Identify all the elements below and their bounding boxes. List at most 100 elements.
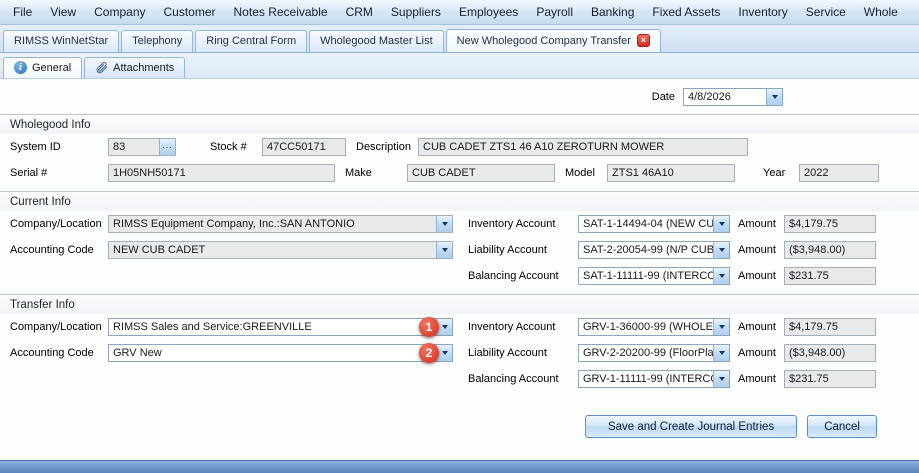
make-field[interactable]: CUB CADET bbox=[407, 164, 555, 182]
current-company-location-select[interactable]: RIMSS Equipment Company, Inc.:SAN ANTONI… bbox=[108, 215, 453, 233]
current-liability-amount-field[interactable]: ($3,948.00) bbox=[784, 241, 876, 259]
transfer-liability-amount-field[interactable]: ($3,948.00) bbox=[784, 344, 876, 362]
transfer-balancing-account-value: GRV-1-11111-99 (INTERCOMPANY WG... bbox=[583, 373, 713, 385]
subtab-label: Attachments bbox=[113, 61, 175, 74]
section-title-wholegood-info: Wholegood Info bbox=[0, 115, 919, 134]
menu-wholegoods[interactable]: Whole bbox=[855, 1, 907, 23]
transfer-liability-account-label: Liability Account bbox=[468, 347, 547, 359]
transfer-company-location-select[interactable]: RIMSS Sales and Service:GREENVILLE 1 bbox=[108, 317, 453, 337]
transfer-inventory-amount-field[interactable]: $4,179.75 bbox=[784, 318, 876, 336]
tab-new-wholegood-company-transfer[interactable]: New Wholegood Company Transfer × bbox=[445, 29, 661, 52]
footer-buttons: Save and Create Journal Entries Cancel bbox=[0, 397, 919, 438]
current-balancing-account-value: SAT-1-11111-99 (INTERCOMPANY WG... bbox=[583, 270, 713, 282]
current-accounting-code-select[interactable]: NEW CUB CADET bbox=[108, 241, 453, 259]
current-row-3: Balancing Account SAT-1-11111-99 (INTERC… bbox=[0, 263, 919, 289]
transfer-liability-amount-label: Amount bbox=[738, 347, 776, 359]
transfer-accounting-code-value: GRV New bbox=[113, 347, 162, 359]
tab-rimss-winnetstar[interactable]: RIMSS WinNetStar bbox=[3, 30, 120, 52]
transfer-inventory-amount-label: Amount bbox=[738, 321, 776, 333]
tab-label: RIMSS WinNetStar bbox=[14, 35, 109, 47]
close-icon[interactable]: × bbox=[636, 34, 650, 47]
wholegood-row-1: System ID 83 ... Stock # 47CC50171 Descr… bbox=[0, 134, 919, 160]
calendar-dropdown-icon[interactable] bbox=[766, 89, 782, 105]
paperclip-icon bbox=[96, 62, 108, 74]
tab-label: Wholegood Master List bbox=[320, 35, 433, 47]
description-field[interactable]: CUB CADET ZTS1 46 A10 ZEROTURN MOWER bbox=[418, 138, 748, 156]
menu-customer[interactable]: Customer bbox=[155, 1, 225, 23]
wholegood-info-section: Wholegood Info System ID 83 ... Stock # … bbox=[0, 114, 919, 191]
cancel-button[interactable]: Cancel bbox=[807, 415, 877, 438]
menu-file[interactable]: File bbox=[4, 1, 41, 23]
date-label: Date bbox=[651, 91, 675, 103]
tab-label: New Wholegood Company Transfer bbox=[456, 34, 631, 47]
menu-inventory[interactable]: Inventory bbox=[729, 1, 796, 23]
sub-tab-bar: i General Attachments bbox=[0, 53, 919, 79]
model-label: Model bbox=[565, 167, 595, 179]
transfer-row-3: Balancing Account GRV-1-11111-99 (INTERC… bbox=[0, 366, 919, 392]
make-label: Make bbox=[345, 167, 372, 179]
chevron-down-icon[interactable] bbox=[436, 242, 452, 258]
chevron-down-icon[interactable] bbox=[713, 268, 729, 284]
date-row: Date 4/8/2026 bbox=[0, 79, 919, 114]
chevron-down-icon[interactable] bbox=[713, 345, 729, 361]
transfer-liability-account-select[interactable]: GRV-2-20200-99 (FloorPlan) bbox=[578, 344, 730, 362]
current-inventory-account-value: SAT-1-14494-04 (NEW CUB CADET INV) bbox=[583, 218, 713, 230]
transfer-row-1: Company/Location RIMSS Sales and Service… bbox=[0, 314, 919, 340]
menu-company[interactable]: Company bbox=[85, 1, 154, 23]
current-inventory-amount-label: Amount bbox=[738, 218, 776, 230]
system-id-value: 83 bbox=[113, 141, 126, 153]
system-id-field[interactable]: 83 ... bbox=[108, 138, 176, 156]
year-field[interactable]: 2022 bbox=[799, 164, 879, 182]
stock-field[interactable]: 47CC50171 bbox=[262, 138, 346, 156]
serial-label: Serial # bbox=[10, 167, 48, 179]
menu-banking[interactable]: Banking bbox=[582, 1, 643, 23]
menu-crm[interactable]: CRM bbox=[337, 1, 382, 23]
menu-view[interactable]: View bbox=[41, 1, 85, 23]
transfer-accounting-code-select[interactable]: GRV New 2 bbox=[108, 343, 453, 363]
transfer-balancing-account-select[interactable]: GRV-1-11111-99 (INTERCOMPANY WG... bbox=[578, 370, 730, 388]
section-title-transfer-info: Transfer Info bbox=[0, 295, 919, 314]
chevron-down-icon[interactable] bbox=[713, 216, 729, 232]
transfer-inventory-account-value: GRV-1-36000-99 (WHOLE GOODS INV... bbox=[583, 321, 713, 333]
chevron-down-icon[interactable] bbox=[436, 216, 452, 232]
transfer-info-section: Transfer Info Company/Location RIMSS Sal… bbox=[0, 294, 919, 397]
menu-service[interactable]: Service bbox=[797, 1, 855, 23]
tab-telephony[interactable]: Telephony bbox=[121, 30, 194, 52]
serial-field[interactable]: 1H05NH50171 bbox=[108, 164, 335, 182]
menu-notes-receivable[interactable]: Notes Receivable bbox=[225, 1, 337, 23]
current-inventory-account-select[interactable]: SAT-1-14494-04 (NEW CUB CADET INV) bbox=[578, 215, 730, 233]
current-row-1: Company/Location RIMSS Equipment Company… bbox=[0, 211, 919, 237]
year-label: Year bbox=[763, 167, 786, 179]
current-inventory-account-label: Inventory Account bbox=[468, 218, 556, 230]
browse-icon[interactable]: ... bbox=[159, 139, 175, 155]
tab-attachments[interactable]: Attachments bbox=[84, 57, 186, 78]
current-balancing-account-select[interactable]: SAT-1-11111-99 (INTERCOMPANY WG... bbox=[578, 267, 730, 285]
model-field[interactable]: ZTS1 46A10 bbox=[607, 164, 735, 182]
chevron-down-icon[interactable] bbox=[713, 319, 729, 335]
chevron-down-icon[interactable] bbox=[713, 242, 729, 258]
transfer-company-location-value: RIMSS Sales and Service:GREENVILLE bbox=[113, 321, 312, 333]
current-row-2: Accounting Code NEW CUB CADET Liability … bbox=[0, 237, 919, 263]
transfer-row-2: Accounting Code GRV New 2 Liability Acco… bbox=[0, 340, 919, 366]
annotation-badge-1: 1 bbox=[419, 317, 439, 337]
bottom-dock-strip bbox=[0, 460, 919, 473]
tab-ring-central-form[interactable]: Ring Central Form bbox=[195, 30, 308, 52]
transfer-inventory-account-select[interactable]: GRV-1-36000-99 (WHOLE GOODS INV... bbox=[578, 318, 730, 336]
menu-suppliers[interactable]: Suppliers bbox=[382, 1, 450, 23]
current-balancing-amount-field[interactable]: $231.75 bbox=[784, 267, 876, 285]
transfer-balancing-amount-field[interactable]: $231.75 bbox=[784, 370, 876, 388]
chevron-down-icon[interactable] bbox=[713, 371, 729, 387]
tab-wholegood-master-list[interactable]: Wholegood Master List bbox=[309, 30, 444, 52]
current-liability-account-select[interactable]: SAT-2-20054-99 (N/P CUB CADET FLO... bbox=[578, 241, 730, 259]
description-label: Description bbox=[356, 141, 412, 153]
menu-fixed-assets[interactable]: Fixed Assets bbox=[643, 1, 729, 23]
menu-bar: File View Company Customer Notes Receiva… bbox=[0, 0, 919, 25]
menu-employees[interactable]: Employees bbox=[450, 1, 527, 23]
date-picker[interactable]: 4/8/2026 bbox=[683, 88, 783, 106]
document-tab-bar: RIMSS WinNetStar Telephony Ring Central … bbox=[0, 25, 919, 53]
current-inventory-amount-field[interactable]: $4,179.75 bbox=[784, 215, 876, 233]
save-and-create-journal-entries-button[interactable]: Save and Create Journal Entries bbox=[584, 415, 798, 438]
transfer-inventory-account-label: Inventory Account bbox=[468, 321, 556, 333]
menu-payroll[interactable]: Payroll bbox=[527, 1, 582, 23]
tab-general[interactable]: i General bbox=[3, 57, 83, 78]
